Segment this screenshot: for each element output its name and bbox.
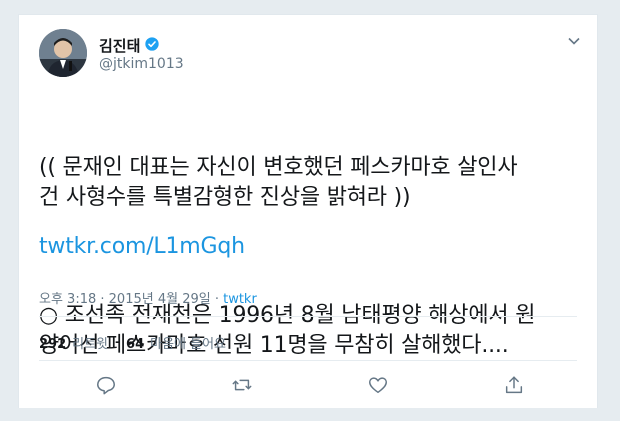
avatar[interactable] [39, 29, 87, 77]
tweet-date[interactable]: 2015년 4월 29일 [109, 292, 211, 307]
tweet-stats: 292 리트윗 64 마음에 들어요 [39, 333, 226, 352]
retweet-count-value: 292 [39, 337, 67, 352]
verified-badge-icon [144, 36, 160, 56]
like-count[interactable]: 64 마음에 들어요 [126, 333, 226, 352]
chevron-down-icon[interactable] [567, 33, 581, 47]
author-handle[interactable]: @jtkim1013 [99, 56, 184, 72]
retweet-count-label: 리트윗 [72, 337, 109, 352]
retweet-icon[interactable] [231, 374, 253, 396]
retweet-count[interactable]: 292 리트윗 [39, 333, 108, 352]
tweet-meta: 오후 3:18 · 2015년 4월 29일 · twtkr [39, 288, 257, 307]
tweet-link[interactable]: twtkr.com/L1mGqh [39, 234, 245, 259]
tweet-time[interactable]: 오후 3:18 [39, 292, 96, 307]
tweet-card: 김진태 @jtkim1013 (( 문재인 대표는 자신이 변호했던 페스카마호… [18, 14, 598, 408]
tweet-paragraph-2: ○ 조선족 전재천은 1996년 8월 남태평양 해상에서 원 양어선 페스카마… [39, 303, 536, 358]
reply-icon[interactable] [95, 374, 117, 396]
like-count-value: 64 [126, 337, 145, 352]
divider [39, 360, 577, 361]
author-row: 김진태 [99, 35, 160, 56]
action-bar [19, 370, 597, 400]
author-name[interactable]: 김진태 [99, 35, 140, 56]
tweet-paragraph-1: (( 문재인 대표는 자신이 변호했던 페스카마호 살인사 건 사형수를 특별감… [39, 155, 518, 210]
share-icon[interactable] [503, 374, 525, 396]
divider [39, 316, 577, 317]
meta-separator: · [96, 292, 109, 307]
like-count-label: 마음에 들어요 [150, 337, 227, 352]
tweet-source[interactable]: twtkr [223, 292, 257, 307]
meta-separator: · [210, 292, 224, 307]
like-icon[interactable] [367, 374, 389, 396]
